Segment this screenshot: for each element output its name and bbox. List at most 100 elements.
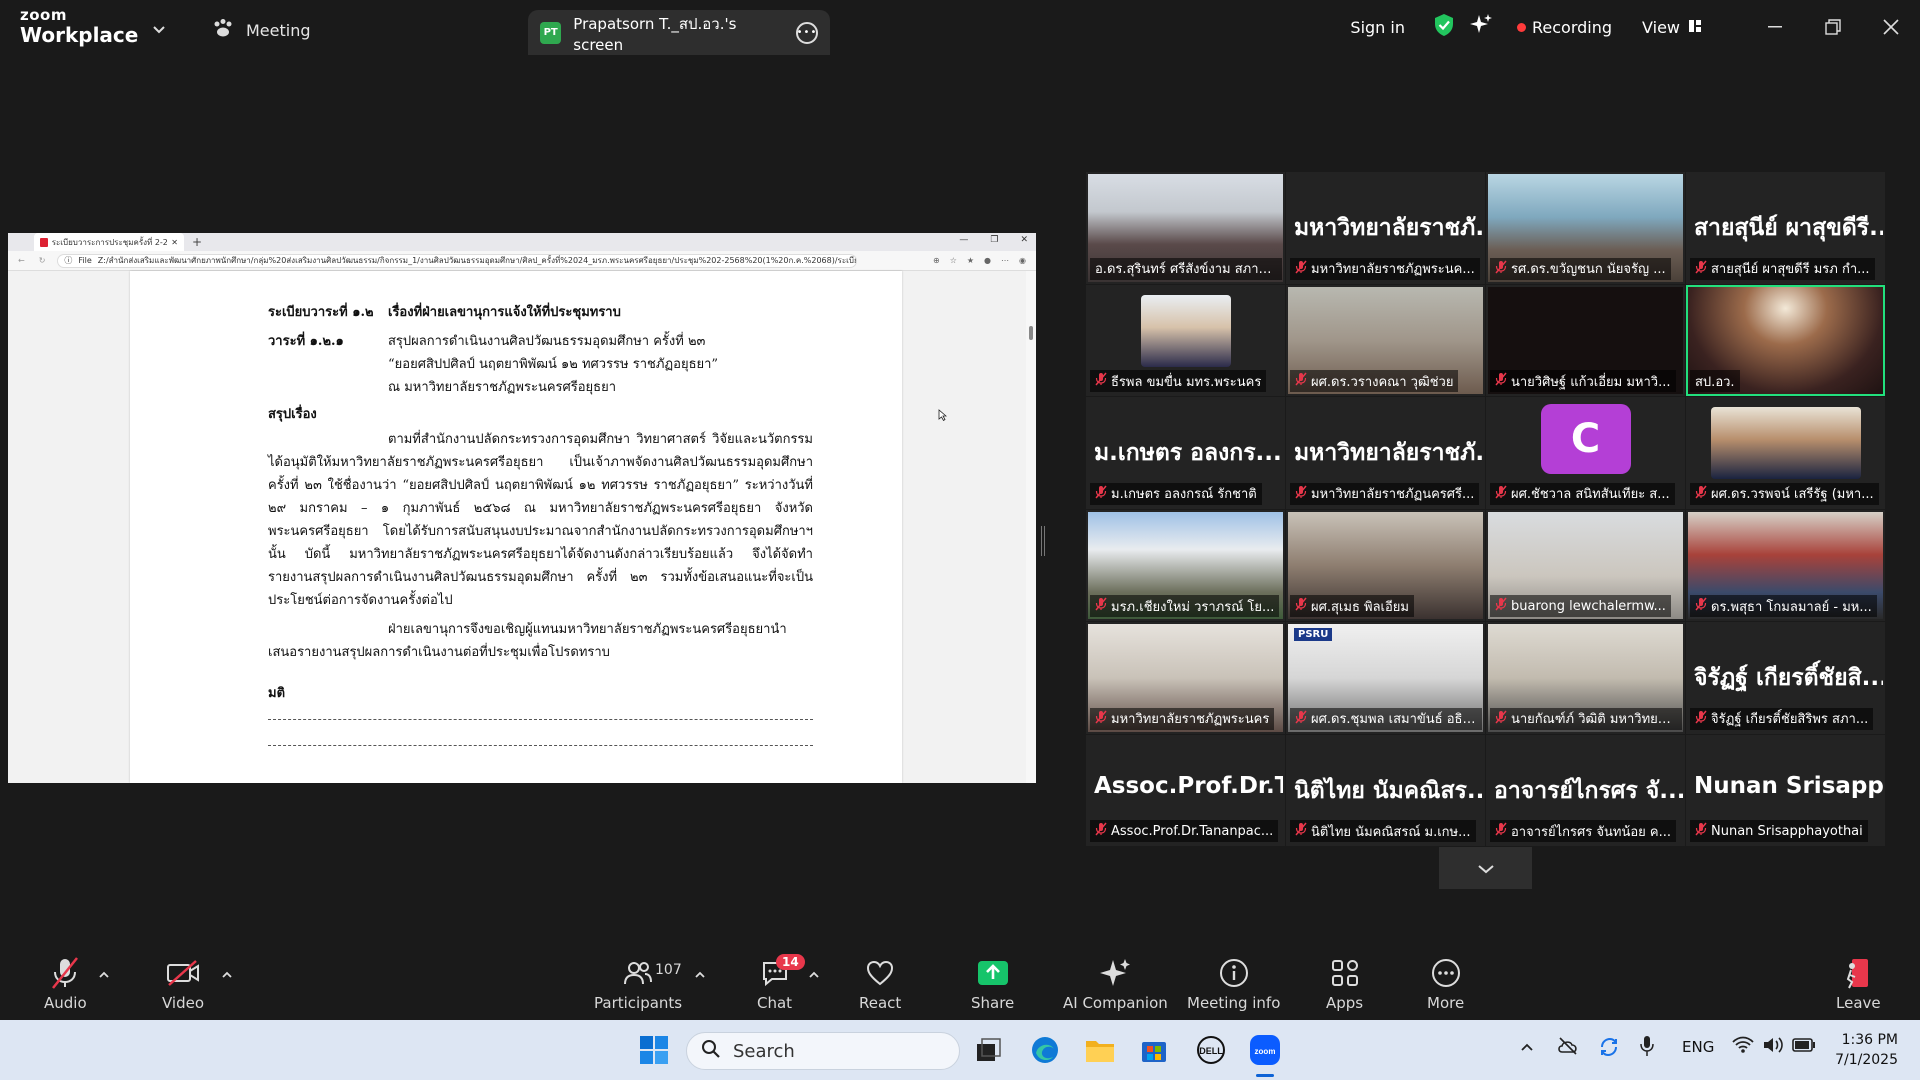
- participant-name-label: ม.เกษตร อลงกรณ์ รักชาติ: [1090, 482, 1262, 505]
- chevron-down-icon[interactable]: [152, 20, 166, 39]
- participant-tile[interactable]: มหาวิทยาลัยราชภั... มหาวิทยาลัยราชภัฏพระน…: [1286, 172, 1485, 284]
- leave-button[interactable]: Leave: [1836, 956, 1881, 1012]
- participant-tile[interactable]: นายกัณฑ์ภ์ วิฒิติ มหาวิทยาลั...: [1486, 622, 1685, 734]
- zoom-app-icon[interactable]: zoom: [1247, 1032, 1283, 1068]
- participant-tile[interactable]: ผศ.ดร.วรพจน์ เสรีรัฐ (มหา...: [1686, 397, 1885, 509]
- recording-indicator[interactable]: Recording: [1517, 18, 1612, 37]
- participant-tile[interactable]: นายวิศิษฐ์ แก้วเอี่ยม มหาวิ...: [1486, 284, 1685, 396]
- participant-tile[interactable]: มหาวิทยาลัยราชภัฏพระนคร: [1086, 622, 1285, 734]
- agenda-item-line-2: “ยอยศสิปปศิลป์ นฤตยาพิพัฒน์ ๑๒ ทศวรรษ รา…: [388, 357, 719, 372]
- wifi-icon[interactable]: [1732, 1036, 1754, 1058]
- ai-companion-button[interactable]: AI Companion: [1063, 956, 1168, 1012]
- audio-button[interactable]: Audio: [44, 956, 87, 1012]
- participant-name: สป.อว.: [1695, 374, 1735, 390]
- apps-button[interactable]: Apps: [1326, 956, 1363, 1012]
- shared-screen[interactable]: ระเบียบวาระการประชุมครั้งที่ 2-2568.pdf …: [8, 233, 1036, 783]
- info-icon: ⓘ: [64, 256, 73, 265]
- participant-tile[interactable]: Assoc.Prof.Dr.Ta... Assoc.Prof.Dr.Tananpa…: [1086, 734, 1285, 846]
- participants-options-chevron-up-icon[interactable]: [694, 964, 706, 983]
- leave-label: Leave: [1836, 994, 1881, 1012]
- participant-tile[interactable]: PSRU ผศ.ดร.ชุมพล เสมาขันธ์ อธิกา...: [1286, 622, 1485, 734]
- favorites-icon[interactable]: ★: [967, 256, 974, 265]
- close-icon[interactable]: [1862, 0, 1920, 54]
- audio-options-chevron-up-icon[interactable]: [98, 964, 110, 983]
- pdf-scroll-thumb[interactable]: [1029, 326, 1033, 340]
- video-button[interactable]: Video: [162, 956, 204, 1012]
- reload-icon[interactable]: ↻: [39, 256, 46, 265]
- participant-tile[interactable]: มหาวิทยาลัยราชภั... มหาวิทยาลัยราชภัฏนครศ…: [1286, 397, 1485, 509]
- task-view-icon[interactable]: [970, 1032, 1006, 1068]
- dell-app-icon[interactable]: DELL: [1193, 1032, 1229, 1068]
- mic-muted-icon: [1695, 597, 1707, 615]
- microphone-icon[interactable]: [1640, 1035, 1654, 1061]
- participants-label: Participants: [594, 994, 683, 1012]
- restore-icon[interactable]: [1804, 0, 1862, 54]
- participants-count: 107: [655, 962, 682, 978]
- more-options-icon[interactable]: •••: [796, 21, 818, 44]
- video-options-chevron-up-icon[interactable]: [221, 964, 233, 983]
- participant-tile[interactable]: รศ.ดร.ขวัญชนก นัยจรัญ ...: [1486, 172, 1685, 284]
- tray-overflow-chevron-up-icon[interactable]: [1520, 1038, 1534, 1056]
- file-explorer-icon[interactable]: [1082, 1032, 1118, 1068]
- participant-tile[interactable]: สป.อว.: [1686, 284, 1885, 396]
- share-button[interactable]: Share: [971, 956, 1014, 1012]
- new-tab-icon[interactable]: +: [192, 235, 202, 249]
- zoom-icon[interactable]: ⊕: [933, 256, 940, 265]
- url-field[interactable]: ⓘ File Z:/สำนักส่งเสริมและพัฒนาศักยภาพนั…: [57, 253, 858, 268]
- back-icon[interactable]: ←: [18, 256, 25, 265]
- microsoft-store-icon[interactable]: [1136, 1032, 1172, 1068]
- tab-shared-screen[interactable]: PT Prapatsorn T._สป.อว.'s screen •••: [528, 10, 830, 55]
- participant-tile[interactable]: ผศ.สุเมธ พิลเอียม: [1286, 509, 1485, 621]
- edge-browser-icon[interactable]: [1027, 1032, 1063, 1068]
- favorite-star-icon[interactable]: ☆: [950, 256, 957, 265]
- browser-minimize-icon[interactable]: —: [959, 235, 968, 245]
- input-language-indicator[interactable]: ENG: [1682, 1038, 1714, 1056]
- chat-options-chevron-up-icon[interactable]: [808, 964, 820, 983]
- participant-name-label: ดร.พสุธา โกมลมาลย์ - มห...: [1690, 595, 1877, 617]
- react-button[interactable]: React: [859, 956, 901, 1012]
- sign-in-button[interactable]: Sign in: [1350, 18, 1405, 37]
- gallery-next-page-button[interactable]: [1439, 847, 1532, 889]
- browser-close-icon[interactable]: ✕: [1020, 235, 1028, 245]
- tab-close-icon[interactable]: ✕: [171, 238, 178, 247]
- participant-tile[interactable]: มรภ.เชียงใหม่ วราภรณ์ โย...: [1086, 509, 1285, 621]
- participant-tile[interactable]: ผศ.ดร.วรางคณา วุฒิช่วย: [1286, 284, 1485, 396]
- mic-muted-icon: [1095, 372, 1107, 390]
- browser-restore-icon[interactable]: ❐: [990, 235, 998, 245]
- browser-menu-icon[interactable]: ⋯: [1001, 256, 1009, 265]
- participant-tile[interactable]: ดร.พสุธา โกมลมาลย์ - มห...: [1686, 509, 1885, 621]
- tab-meeting[interactable]: Meeting: [212, 14, 311, 46]
- zoom-workplace-logo[interactable]: zoom Workplace: [20, 8, 138, 46]
- meeting-info-button[interactable]: Meeting info: [1187, 956, 1280, 1012]
- participant-tile[interactable]: buarong lewchalermw...: [1486, 509, 1685, 621]
- split-resize-handle[interactable]: [1041, 526, 1045, 556]
- windows-start-icon[interactable]: [636, 1032, 672, 1068]
- participant-tile[interactable]: สายสุนีย์ ผาสุขดีรี... สายสุนีย์ ผาสุขดีร…: [1686, 172, 1885, 284]
- view-button[interactable]: View: [1642, 18, 1702, 37]
- participant-tile[interactable]: จิรัฏฐ์ เกียรติ์ชัยสิ... จิรัฏฐ์ เกียรติ์…: [1686, 622, 1885, 734]
- recording-label: Recording: [1532, 17, 1613, 37]
- participant-tile[interactable]: ธีรพล ขมขื่น มทร.พระนคร: [1086, 284, 1285, 396]
- minimize-icon[interactable]: [1746, 0, 1804, 54]
- browser-window-controls: — ❐ ✕: [959, 235, 1028, 245]
- browser-tab[interactable]: ระเบียบวาระการประชุมครั้งที่ 2-2568.pdf …: [34, 233, 184, 251]
- participant-tile[interactable]: อ.ดร.สุรินทร์ ศรีสังข์งาม สภาบั...: [1086, 172, 1285, 284]
- cloud-offline-icon[interactable]: [1556, 1036, 1580, 1060]
- participant-tile[interactable]: ม.เกษตร อลงกร... ม.เกษตร อลงกรณ์ รักชาติ: [1086, 397, 1285, 509]
- sync-icon[interactable]: [1598, 1036, 1620, 1062]
- more-button[interactable]: More: [1427, 956, 1464, 1012]
- ai-sparkle-icon[interactable]: [1469, 13, 1493, 41]
- pdf-viewer[interactable]: ระเบียบวาระที่ ๑.๒ เรื่องที่ฝ่ายเลขานุกา…: [8, 271, 1026, 783]
- shield-check-icon[interactable]: [1433, 13, 1455, 41]
- taskbar-search-input[interactable]: Search: [686, 1032, 960, 1070]
- participant-tile[interactable]: อาจารย์ไกรศร จั... อาจารย์ไกรศร จันทน้อย …: [1486, 734, 1685, 846]
- profile-icon[interactable]: ●: [984, 256, 991, 265]
- taskbar-clock[interactable]: 1:36 PM 7/1/2025: [1818, 1030, 1898, 1070]
- participant-tile[interactable]: C ผศ.ชัชวาล สนิทสันเทียะ ส...: [1486, 397, 1685, 509]
- pdf-scrollbar[interactable]: [1026, 271, 1036, 783]
- battery-icon[interactable]: [1792, 1038, 1816, 1056]
- copilot-icon[interactable]: ◉: [1019, 256, 1026, 265]
- volume-icon[interactable]: [1762, 1036, 1784, 1058]
- participant-tile[interactable]: Nunan Srisapph... Nunan Srisapphayothai: [1686, 734, 1885, 846]
- participant-tile[interactable]: นิติไทย นัมคณิสร... นิติไทย นัมคณิสรณ์ ม.…: [1286, 734, 1485, 846]
